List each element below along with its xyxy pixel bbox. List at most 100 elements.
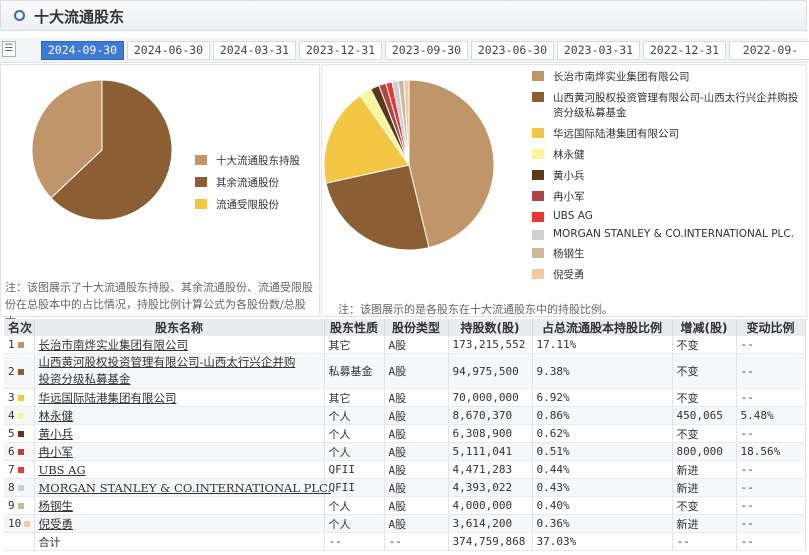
holder-nature-cell: 其它 bbox=[324, 336, 385, 354]
column-header[interactable]: 持股数(股) bbox=[448, 319, 533, 336]
tab-period-4[interactable]: 2023-12-31 bbox=[299, 41, 382, 60]
change-ratio-cell: 5.48% bbox=[736, 406, 806, 425]
top-holders-table: 名次 股东名称 股东性质 股份类型 持股数(股) 占总流通股本持股比例 增减(股) 变动比例 … bbox=[4, 319, 806, 551]
legend-item[interactable]: 山西黄河股权投资管理有限公司-山西太行兴企并购投资分级私募基金 bbox=[532, 90, 804, 120]
holder-name-cell: MORGAN STANLEY & CO.INTERNATIONAL PLC. bbox=[34, 478, 331, 497]
legend-item[interactable]: 林永健 bbox=[532, 147, 804, 162]
share-type-cell: A股 bbox=[384, 336, 449, 354]
table-row: 6 冉小军 个人 A股 5,111,041 0.51% 800,000 18.56% bbox=[4, 442, 806, 461]
change-ratio-cell: -- bbox=[736, 514, 806, 533]
right-chart-note: 注：该图展示的是各股东在十大流通股东中的持股比例。 bbox=[338, 303, 613, 316]
holding-ratio-cell: 0.36% bbox=[532, 514, 673, 533]
holding-ratio-cell: 0.44% bbox=[532, 460, 673, 479]
legend-label: 倪受勇 bbox=[553, 269, 585, 281]
column-header[interactable]: 股东性质 bbox=[324, 319, 385, 336]
legend-swatch bbox=[195, 155, 207, 165]
holder-color-marker bbox=[17, 395, 24, 401]
holder-name-link[interactable]: 黄小兵 bbox=[39, 427, 74, 441]
menu-icon[interactable]: ☰ bbox=[2, 41, 16, 57]
change-shares-cell: 不变 bbox=[672, 496, 737, 515]
legend-label: UBS AG bbox=[553, 210, 593, 222]
holder-color-marker bbox=[17, 368, 24, 375]
change-shares-cell: 新进 bbox=[672, 460, 737, 479]
tab-period-1[interactable]: 2024-09-30 bbox=[41, 41, 124, 60]
holding-ratio-cell: 0.51% bbox=[532, 442, 673, 461]
holder-name-link-line2[interactable]: 投资分级私募基金 bbox=[39, 372, 131, 386]
column-header[interactable]: 名次 bbox=[4, 319, 35, 336]
total-label-cell: 合计 bbox=[34, 532, 325, 551]
holder-name-cell: 倪受勇 bbox=[34, 514, 325, 533]
holder-name-link[interactable]: 林永健 bbox=[39, 409, 74, 423]
tab-period-7[interactable]: 2023-03-31 bbox=[557, 41, 640, 60]
legend-item[interactable]: 黄小兵 bbox=[532, 168, 804, 183]
tab-period-2[interactable]: 2024-06-30 bbox=[127, 41, 210, 60]
holder-color-marker bbox=[17, 342, 24, 348]
holder-name-link[interactable]: UBS AG bbox=[39, 463, 86, 477]
legend-item[interactable]: 长治市南烨实业集团有限公司 bbox=[532, 69, 804, 84]
tab-period-3[interactable]: 2024-03-31 bbox=[213, 41, 296, 60]
change-shares-cell: 新进 bbox=[672, 478, 737, 497]
legend-label: 冉小军 bbox=[553, 191, 585, 203]
holder-name-link[interactable]: 冉小军 bbox=[39, 445, 74, 459]
legend-item[interactable]: MORGAN STANLEY & CO.INTERNATIONAL PLC. bbox=[532, 228, 804, 240]
holder-name-link[interactable]: 山西黄河股权投资管理有限公司-山西太行兴企并购 bbox=[39, 355, 296, 369]
rank-number: 3 bbox=[8, 391, 15, 404]
shares-held-cell: 4,393,022 bbox=[448, 478, 533, 497]
legend-label: 山西黄河股权投资管理有限公司-山西太行兴企并购投资分级私募基金 bbox=[553, 92, 799, 119]
circle-icon bbox=[14, 10, 25, 21]
shares-held-cell: 3,614,200 bbox=[448, 514, 533, 533]
legend-swatch bbox=[195, 199, 207, 209]
column-header[interactable]: 股东名称 bbox=[34, 319, 325, 336]
legend-item[interactable]: 流通受限股份 bbox=[195, 197, 300, 212]
change-shares-cell: 新进 bbox=[672, 514, 737, 533]
holder-nature-cell: 个人 bbox=[324, 514, 385, 533]
holder-name-link[interactable]: 杨钢生 bbox=[39, 499, 74, 513]
change-ratio-cell: -- bbox=[736, 478, 806, 497]
holder-name-link[interactable]: 华远国际陆港集团有限公司 bbox=[39, 391, 177, 405]
legend-label: 华远国际陆港集团有限公司 bbox=[553, 128, 679, 140]
legend-swatch bbox=[532, 71, 544, 81]
holder-name-link[interactable]: MORGAN STANLEY & CO.INTERNATIONAL PLC. bbox=[39, 481, 332, 495]
total-nature-cell: -- bbox=[324, 532, 385, 551]
table-row: 4 林永健 个人 A股 8,670,370 0.86% 450,065 5.48% bbox=[4, 406, 806, 425]
legend-label: 林永健 bbox=[553, 149, 585, 161]
period-tab-bar: ☰ 2024-09-30 2024-06-30 2024-03-31 2023-12-… bbox=[0, 38, 809, 63]
shares-held-cell: 70,000,000 bbox=[448, 388, 533, 407]
holder-nature-cell: QFII bbox=[324, 460, 385, 479]
rank-number: 9 bbox=[8, 499, 15, 512]
column-header[interactable]: 占总流通股本持股比例 bbox=[532, 319, 673, 336]
legend-item[interactable]: 其余流通股份 bbox=[195, 175, 300, 190]
legend-item[interactable]: 冉小军 bbox=[532, 189, 804, 204]
share-type-cell: A股 bbox=[384, 353, 449, 389]
rank-number: 5 bbox=[8, 427, 15, 440]
tab-period-6[interactable]: 2023-06-30 bbox=[471, 41, 554, 60]
legend-swatch bbox=[532, 128, 544, 138]
holding-ratio-cell: 9.38% bbox=[532, 353, 673, 389]
section-title: 十大流通股东 bbox=[34, 8, 125, 26]
tab-period-5[interactable]: 2023-09-30 bbox=[385, 41, 468, 60]
legend-label: 十大流通股东持股 bbox=[216, 155, 300, 167]
rank-cell: 4 bbox=[4, 406, 35, 425]
legend-item[interactable]: UBS AG bbox=[532, 210, 804, 222]
legend-item[interactable]: 十大流通股东持股 bbox=[195, 153, 300, 168]
tab-period-8[interactable]: 2022-12-31 bbox=[643, 41, 726, 60]
change-ratio-cell: -- bbox=[736, 353, 806, 389]
column-header[interactable]: 变动比例 bbox=[736, 319, 806, 336]
holder-nature-cell: QFII bbox=[324, 478, 385, 497]
legend-item[interactable]: 倪受勇 bbox=[532, 267, 804, 282]
share-type-cell: A股 bbox=[384, 406, 449, 425]
rank-cell: 7 bbox=[4, 460, 35, 479]
holder-name-link[interactable]: 倪受勇 bbox=[39, 517, 74, 531]
holder-name-link[interactable]: 长治市南烨实业集团有限公司 bbox=[39, 338, 189, 352]
column-header[interactable]: 股份类型 bbox=[384, 319, 449, 336]
legend-item[interactable]: 杨钢生 bbox=[532, 246, 804, 261]
legend-label: 长治市南烨实业集团有限公司 bbox=[553, 71, 690, 83]
column-header[interactable]: 增减(股) bbox=[672, 319, 737, 336]
table-total-row: 合计 -- -- 374,759,868 37.03% -- -- bbox=[4, 532, 806, 551]
shares-held-cell: 94,975,500 bbox=[448, 353, 533, 389]
legend-swatch bbox=[532, 212, 544, 222]
legend-item[interactable]: 华远国际陆港集团有限公司 bbox=[532, 126, 804, 141]
left-chart-panel: 十大流通股东持股 其余流通股份 流通受限股份 注：该图展示了十大流通股东持股、其余流… bbox=[0, 64, 320, 328]
tab-period-9[interactable]: 2022-09- bbox=[729, 41, 809, 60]
holding-ratio-cell: 0.62% bbox=[532, 424, 673, 443]
